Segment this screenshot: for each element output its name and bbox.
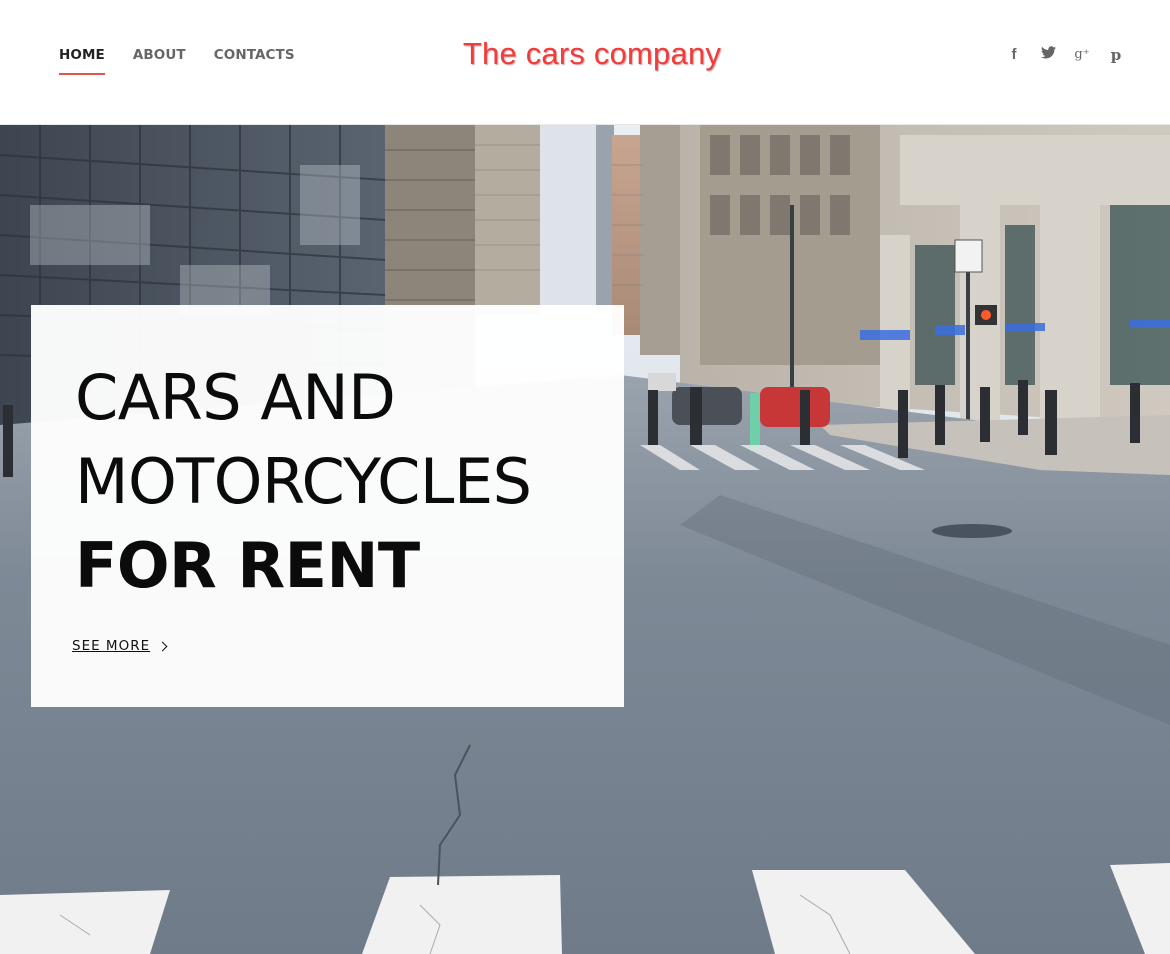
headline-line-3: FOR RENT [75, 529, 420, 602]
see-more-label: SEE MORE [72, 638, 151, 654]
site-logo[interactable]: The cars company [0, 36, 1170, 72]
chevron-right-icon [157, 641, 168, 651]
see-more-link[interactable]: SEE MORE [72, 638, 168, 654]
site-header: HOME ABOUT CONTACTS The cars company f g… [0, 0, 1170, 125]
facebook-icon[interactable]: f [1005, 46, 1023, 64]
twitter-icon[interactable] [1039, 46, 1057, 64]
google-plus-icon[interactable]: g⁺ [1073, 46, 1091, 64]
hero-section: CARS AND MOTORCYCLES FOR RENT SEE MORE [0, 125, 1170, 954]
headline-line-1: CARS AND [75, 361, 396, 434]
headline-line-2: MOTORCYCLES [75, 445, 532, 518]
hero-card: CARS AND MOTORCYCLES FOR RENT SEE MORE [31, 305, 624, 707]
hero-headline: CARS AND MOTORCYCLES FOR RENT [75, 356, 532, 608]
pinterest-icon[interactable]: p [1107, 46, 1125, 64]
social-links: f g⁺ p [1005, 46, 1125, 64]
